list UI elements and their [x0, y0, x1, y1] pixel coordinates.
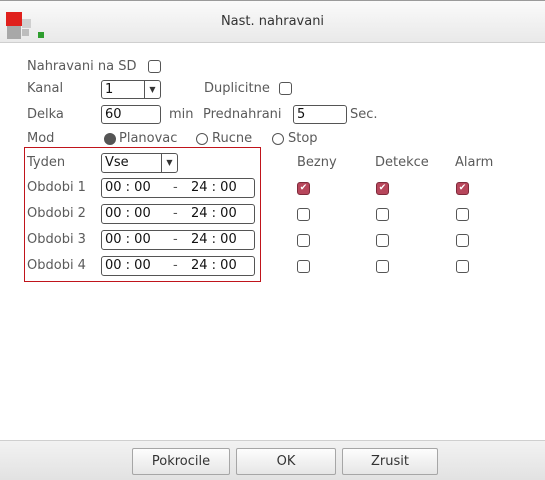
period-2-time-range[interactable]: 00 : 00 -24 : 00	[101, 204, 255, 224]
mode-label: Mod	[27, 131, 55, 146]
checkmark-icon: ✔	[299, 183, 308, 193]
week-value: Vse	[105, 155, 129, 170]
mode-option-rucne-label: Rucne	[212, 131, 253, 146]
column-header-detekce: Detekce	[375, 155, 429, 170]
period-1-time-range[interactable]: 00 : 00 -24 : 00	[101, 178, 255, 198]
period-3-label: Obdobi 3	[27, 232, 86, 247]
chevron-down-icon[interactable]: ▼	[144, 81, 160, 98]
window-title: Nast. nahravani	[220, 14, 325, 29]
period-3-time-range[interactable]: 00 : 00 -24 : 00	[101, 230, 255, 250]
length-input[interactable]: 60	[101, 105, 161, 124]
period-1-start-time[interactable]: 00 : 00	[105, 179, 151, 196]
period-2-detekce-checkbox[interactable]	[376, 208, 389, 221]
period-2-label: Obdobi 2	[27, 206, 86, 221]
period-1-end-time[interactable]: 24 : 00	[191, 179, 237, 196]
period-1-label: Obdobi 1	[27, 180, 86, 195]
sd-recording-checkbox[interactable]	[148, 60, 161, 73]
period-1-separator: -	[173, 180, 178, 195]
channel-value: 1	[105, 82, 114, 97]
period-4-separator: -	[173, 258, 178, 273]
mode-option-planovac-label: Planovac	[119, 131, 178, 146]
mode-option-stop-label: Stop	[288, 131, 318, 146]
period-1-bezny-checkbox[interactable]: ✔	[297, 182, 310, 195]
prerecord-label: Prednahrani	[203, 107, 282, 122]
column-header-alarm: Alarm	[455, 155, 494, 170]
period-4-detekce-checkbox[interactable]	[376, 260, 389, 273]
column-header-bezny: Bezny	[297, 155, 337, 170]
advanced-button[interactable]: Pokrocile	[132, 448, 230, 475]
prerecord-unit-label: Sec.	[350, 107, 378, 122]
period-3-detekce-checkbox[interactable]	[376, 234, 389, 247]
period-2-end-time[interactable]: 24 : 00	[191, 205, 237, 222]
channel-select[interactable]: 1 ▼	[101, 80, 161, 99]
sd-recording-label: Nahravani na SD	[27, 59, 137, 74]
week-select[interactable]: Vse ▼	[101, 153, 178, 173]
checkmark-icon: ✔	[458, 183, 467, 193]
period-2-start-time[interactable]: 00 : 00	[105, 205, 151, 222]
period-2-alarm-checkbox[interactable]	[456, 208, 469, 221]
period-1-alarm-checkbox[interactable]: ✔	[456, 182, 469, 195]
ok-button[interactable]: OK	[236, 448, 336, 475]
period-3-end-time[interactable]: 24 : 00	[191, 231, 237, 248]
length-unit-label: min	[169, 107, 194, 122]
cancel-button[interactable]: Zrusit	[342, 448, 438, 475]
mode-radio-rucne[interactable]	[196, 133, 208, 145]
week-label: Tyden	[27, 155, 66, 170]
period-3-separator: -	[173, 232, 178, 247]
period-4-time-range[interactable]: 00 : 00 -24 : 00	[101, 256, 255, 276]
period-4-end-time[interactable]: 24 : 00	[191, 257, 237, 274]
checkmark-icon: ✔	[378, 183, 387, 193]
length-label: Delka	[27, 107, 64, 122]
period-4-bezny-checkbox[interactable]	[297, 260, 310, 273]
period-1-detekce-checkbox[interactable]: ✔	[376, 182, 389, 195]
period-4-label: Obdobi 4	[27, 258, 86, 273]
prerecord-input[interactable]: 5	[293, 105, 347, 124]
duplicate-label: Duplicitne	[204, 81, 270, 96]
period-4-alarm-checkbox[interactable]	[456, 260, 469, 273]
period-3-alarm-checkbox[interactable]	[456, 234, 469, 247]
period-2-bezny-checkbox[interactable]	[297, 208, 310, 221]
period-4-start-time[interactable]: 00 : 00	[105, 257, 151, 274]
period-3-start-time[interactable]: 00 : 00	[105, 231, 151, 248]
period-2-separator: -	[173, 206, 178, 221]
mode-radio-planovac[interactable]	[104, 133, 116, 145]
chevron-down-icon[interactable]: ▼	[161, 154, 177, 172]
channel-label: Kanal	[27, 81, 64, 96]
period-3-bezny-checkbox[interactable]	[297, 234, 310, 247]
duplicate-checkbox[interactable]	[279, 82, 292, 95]
mode-radio-stop[interactable]	[272, 133, 284, 145]
